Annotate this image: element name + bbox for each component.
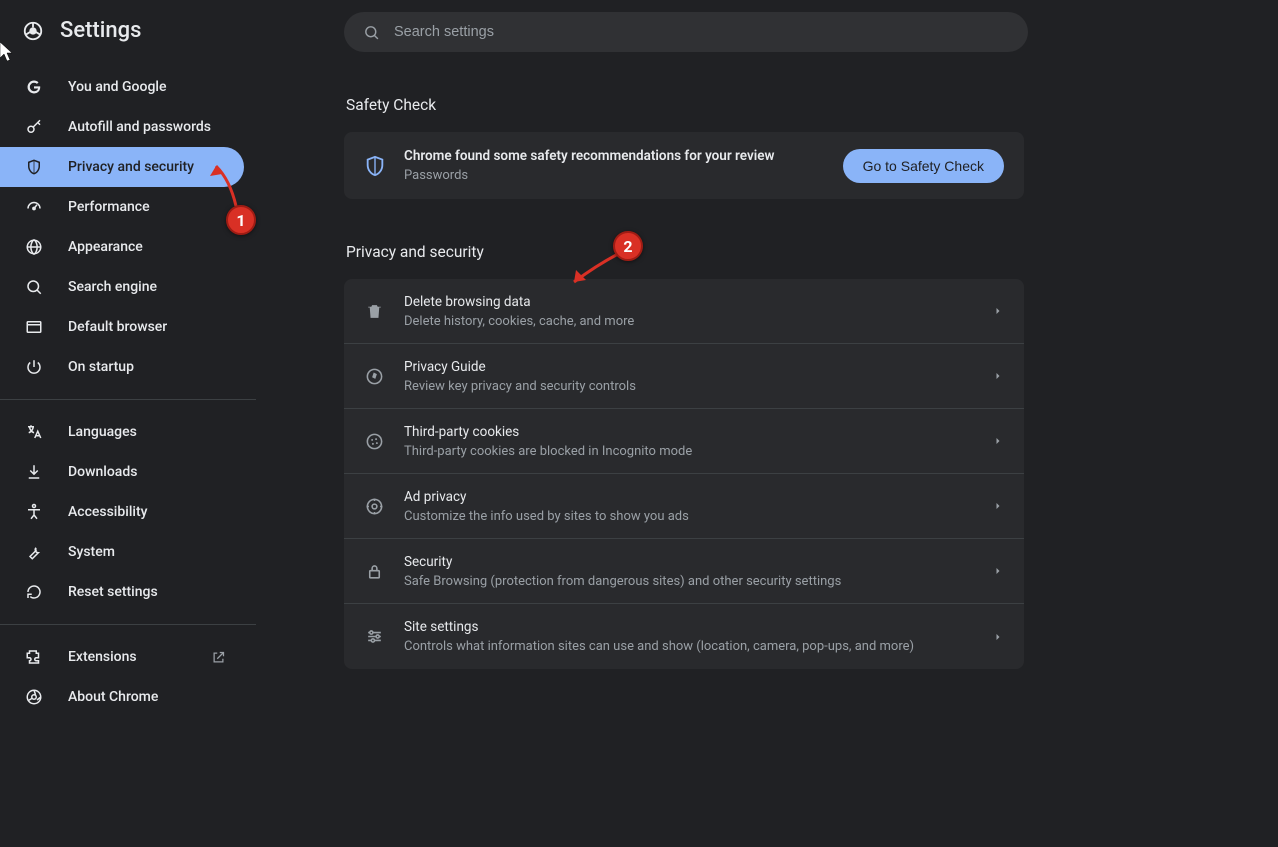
sidebar-item-you-and-google[interactable]: You and Google [0, 67, 244, 107]
chevron-right-icon [992, 500, 1004, 512]
sidebar-item-label: System [68, 544, 115, 560]
sidebar-item-label: Performance [68, 199, 150, 215]
safety-check-subtitle: Passwords [404, 168, 825, 183]
list-item-site-settings[interactable]: Site settings Controls what information … [344, 604, 1024, 669]
sidebar-item-label: Downloads [68, 464, 137, 480]
chevron-right-icon [992, 370, 1004, 382]
list-item-subtitle: Delete history, cookies, cache, and more [404, 314, 972, 329]
search-icon [24, 277, 44, 297]
power-icon [24, 357, 44, 377]
main-content: Safety Check Chrome found some safety re… [256, 0, 1278, 847]
section-title-safety-check: Safety Check [346, 96, 1238, 114]
list-item-subtitle: Third-party cookies are blocked in Incog… [404, 444, 972, 459]
nav-section-main: You and Google Autofill and passwords Pr… [0, 63, 256, 391]
page-title: Settings [60, 18, 141, 43]
chrome-small-icon [24, 687, 44, 707]
sidebar-item-system[interactable]: System [0, 532, 244, 572]
ad-privacy-icon [364, 496, 384, 516]
sidebar-item-on-startup[interactable]: On startup [0, 347, 244, 387]
list-item-subtitle: Review key privacy and security controls [404, 379, 972, 394]
browser-window-icon [24, 317, 44, 337]
wrench-icon [24, 542, 44, 562]
shield-icon [24, 157, 44, 177]
list-item-title: Site settings [404, 619, 972, 635]
sidebar-item-label: Appearance [68, 239, 143, 255]
sidebar-item-appearance[interactable]: Appearance [0, 227, 244, 267]
sidebar-item-autofill[interactable]: Autofill and passwords [0, 107, 244, 147]
sidebar-item-label: Default browser [68, 319, 167, 335]
mouse-cursor-icon [0, 42, 16, 62]
list-item-title: Ad privacy [404, 489, 972, 505]
trash-icon [364, 301, 384, 321]
list-item-subtitle: Customize the info used by sites to show… [404, 509, 972, 524]
list-item-privacy-guide[interactable]: Privacy Guide Review key privacy and sec… [344, 344, 1024, 409]
sliders-icon [364, 627, 384, 647]
list-item-ad-privacy[interactable]: Ad privacy Customize the info used by si… [344, 474, 1024, 539]
shield-icon [364, 155, 386, 177]
chrome-logo-icon [22, 20, 44, 42]
list-item-security[interactable]: Security Safe Browsing (protection from … [344, 539, 1024, 604]
list-item-delete-browsing-data[interactable]: Delete browsing data Delete history, coo… [344, 279, 1024, 344]
annotation-marker-1: 1 [226, 205, 256, 235]
reset-icon [24, 582, 44, 602]
cookie-icon [364, 431, 384, 451]
chevron-right-icon [992, 631, 1004, 643]
sidebar-item-label: Privacy and security [68, 159, 194, 175]
list-item-title: Privacy Guide [404, 359, 972, 375]
sidebar-item-label: About Chrome [68, 689, 158, 705]
go-to-safety-check-button[interactable]: Go to Safety Check [843, 149, 1004, 183]
download-icon [24, 462, 44, 482]
search-bar[interactable] [344, 12, 1028, 52]
sidebar-item-downloads[interactable]: Downloads [0, 452, 244, 492]
sidebar-item-search-engine[interactable]: Search engine [0, 267, 244, 307]
sidebar-item-label: Languages [68, 424, 137, 440]
search-icon [362, 23, 380, 41]
safety-check-title: Chrome found some safety recommendations… [404, 148, 825, 164]
chevron-right-icon [992, 305, 1004, 317]
sidebar-item-label: Reset settings [68, 584, 158, 600]
google-g-icon [24, 77, 44, 97]
sidebar-item-label: You and Google [68, 79, 166, 95]
list-item-title: Security [404, 554, 972, 570]
sidebar-item-about-chrome[interactable]: About Chrome [0, 677, 244, 717]
key-icon [24, 117, 44, 137]
annotation-marker-2: 2 [613, 231, 643, 261]
safety-check-card: Chrome found some safety recommendations… [344, 132, 1024, 199]
sidebar-item-languages[interactable]: Languages [0, 412, 244, 452]
sidebar-item-default-browser[interactable]: Default browser [0, 307, 244, 347]
sidebar-item-label: Autofill and passwords [68, 119, 211, 135]
palette-icon [24, 237, 44, 257]
privacy-list: Delete browsing data Delete history, coo… [344, 279, 1024, 669]
chevron-right-icon [992, 565, 1004, 577]
list-item-subtitle: Controls what information sites can use … [404, 639, 972, 654]
sidebar: Settings You and Google Autofill and pas… [0, 0, 256, 847]
sidebar-item-extensions[interactable]: Extensions [0, 637, 244, 677]
sidebar-item-label: Accessibility [68, 504, 147, 520]
extension-icon [24, 647, 44, 667]
speedometer-icon [24, 197, 44, 217]
lock-icon [364, 561, 384, 581]
nav-section-footer: Extensions About Chrome [0, 633, 256, 721]
external-link-icon [210, 649, 226, 665]
list-item-title: Delete browsing data [404, 294, 972, 310]
list-item-title: Third-party cookies [404, 424, 972, 440]
compass-icon [364, 366, 384, 386]
sidebar-item-accessibility[interactable]: Accessibility [0, 492, 244, 532]
sidebar-item-label: Extensions [68, 649, 137, 665]
list-item-third-party-cookies[interactable]: Third-party cookies Third-party cookies … [344, 409, 1024, 474]
sidebar-item-reset-settings[interactable]: Reset settings [0, 572, 244, 612]
sidebar-header: Settings [0, 12, 256, 63]
divider [0, 624, 256, 625]
chevron-right-icon [992, 435, 1004, 447]
sidebar-item-label: Search engine [68, 279, 157, 295]
search-input[interactable] [394, 24, 1010, 40]
accessibility-icon [24, 502, 44, 522]
list-item-subtitle: Safe Browsing (protection from dangerous… [404, 574, 972, 589]
translate-icon [24, 422, 44, 442]
nav-section-secondary: Languages Downloads Accessibility System [0, 408, 256, 616]
sidebar-item-label: On startup [68, 359, 134, 375]
divider [0, 399, 256, 400]
section-title-privacy: Privacy and security [346, 243, 1238, 261]
